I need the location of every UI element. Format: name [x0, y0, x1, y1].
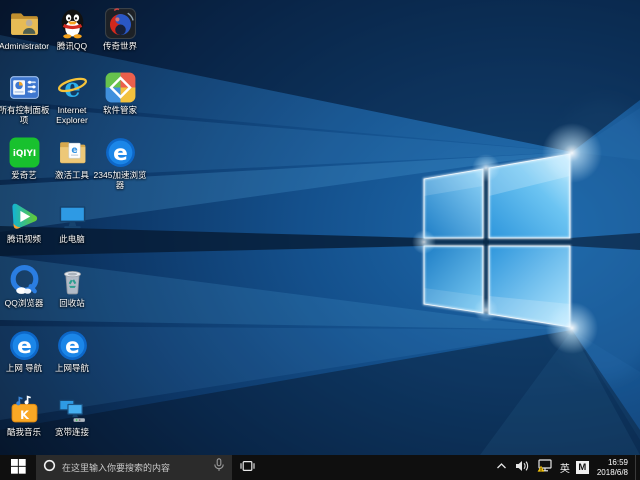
desktop-icon-grid: Administrator 所有控制面板项 iQIYI 爱奇艺腾讯视频 QQ浏览器 e 上网…	[0, 0, 640, 455]
search-input[interactable]: 在这里输入你要搜索的内容	[36, 455, 232, 480]
microphone-icon[interactable]	[213, 458, 225, 477]
network-button[interactable]	[533, 455, 556, 480]
ime-language-indicator[interactable]: 英	[556, 455, 574, 480]
desktop-icon-label: Administrator	[0, 41, 51, 51]
desktop-icon-label: 软件管家	[93, 105, 147, 115]
desktop-icon-label: 宽带连接	[45, 427, 99, 437]
tray-expand-button[interactable]	[492, 455, 511, 480]
chevron-up-icon	[496, 459, 507, 477]
desktop-icon-activation-tool[interactable]: e 激活工具	[48, 136, 96, 180]
volume-button[interactable]	[511, 455, 533, 480]
ime-badge[interactable]: M	[576, 461, 589, 474]
desktop-icon-broadband[interactable]: 宽带连接	[48, 393, 96, 437]
qq-browser-icon	[8, 264, 41, 297]
tencent-video-icon	[8, 200, 41, 233]
desktop-icon-chuanqi-shijie[interactable]: 传奇世界	[96, 7, 144, 51]
desktop-icon-label: 爱奇艺	[0, 170, 51, 180]
system-tray: 英 M 16:59 2018/6/8	[492, 455, 640, 480]
desktop-icon-label: 上网 导航	[0, 363, 51, 373]
desktop-icon-iqiyi[interactable]: iQIYI 爱奇艺	[0, 136, 48, 180]
browser-e-icon: e	[104, 136, 137, 169]
desktop-icon-label: 激活工具	[45, 170, 99, 180]
control-panel-icon	[8, 71, 41, 104]
software-manager-icon	[104, 71, 137, 104]
svg-text:iQIYI: iQIYI	[12, 149, 35, 159]
desktop-icon-kuwo-music[interactable]: K 酷我音乐	[0, 393, 48, 437]
svg-text:e: e	[113, 141, 128, 166]
clock-date: 2018/6/8	[597, 468, 628, 478]
desktop-icon-label: QQ浏览器	[0, 298, 51, 308]
desktop: Administrator 所有控制面板项 iQIYI 爱奇艺腾讯视频 QQ浏览器 e 上网…	[0, 0, 640, 455]
game-sphere-icon	[104, 7, 137, 40]
folder-doc-icon: e	[56, 136, 89, 169]
broadband-icon	[56, 393, 89, 426]
ie-icon: e	[56, 71, 89, 104]
user-folder-icon	[8, 7, 41, 40]
svg-text:e: e	[17, 334, 32, 359]
clock[interactable]: 16:59 2018/6/8	[591, 458, 635, 477]
desktop-icon-tencent-video[interactable]: 腾讯视频	[0, 200, 48, 244]
clock-time: 16:59	[597, 458, 628, 468]
desktop-icon-administrator[interactable]: Administrator	[0, 7, 48, 51]
qq-penguin-icon	[56, 7, 89, 40]
task-view-icon	[240, 459, 255, 476]
desktop-icon-label: 腾讯QQ	[45, 41, 99, 51]
kuwo-music-icon: K	[8, 393, 41, 426]
network-warning-icon	[537, 459, 552, 477]
desktop-icon-software-manager[interactable]: 软件管家	[96, 71, 144, 115]
svg-text:K: K	[20, 408, 30, 422]
browser-e-icon: e	[56, 329, 89, 362]
desktop-icon-label: 此电脑	[45, 234, 99, 244]
desktop-icon-label: 传奇世界	[93, 41, 147, 51]
desktop-icon-control-panel[interactable]: 所有控制面板项	[0, 71, 48, 125]
recycle-bin-icon	[56, 264, 89, 297]
desktop-icon-label: 上网导航	[45, 363, 99, 373]
desktop-icon-recycle-bin[interactable]: 回收站	[48, 264, 96, 308]
windows-logo-icon	[11, 459, 26, 477]
search-placeholder: 在这里输入你要搜索的内容	[62, 461, 207, 474]
desktop-icon-label: 所有控制面板项	[0, 105, 51, 125]
desktop-icon-label: 回收站	[45, 298, 99, 308]
show-desktop-button[interactable]	[635, 455, 640, 480]
svg-text:e: e	[71, 145, 77, 156]
desktop-icon-browser-2345[interactable]: e 2345加速浏览器	[96, 136, 144, 190]
taskbar: 在这里输入你要搜索的内容	[0, 455, 640, 480]
cortana-icon	[43, 459, 56, 477]
desktop-icon-label: Internet Explorer	[45, 105, 99, 125]
iqiyi-icon: iQIYI	[8, 136, 41, 169]
desktop-icon-internet-explorer[interactable]: eInternet Explorer	[48, 71, 96, 125]
desktop-icon-this-pc[interactable]: 此电脑	[48, 200, 96, 244]
desktop-icon-qq-browser[interactable]: QQ浏览器	[0, 264, 48, 308]
this-pc-icon	[56, 200, 89, 233]
desktop-icon-web-nav-2[interactable]: e 上网导航	[48, 329, 96, 373]
desktop-icon-tencent-qq[interactable]: 腾讯QQ	[48, 7, 96, 51]
speaker-icon	[515, 459, 529, 477]
task-view-button[interactable]	[232, 455, 262, 480]
desktop-icon-label: 酷我音乐	[0, 427, 51, 437]
desktop-icon-label: 2345加速浏览器	[93, 170, 147, 190]
desktop-icon-web-nav-1[interactable]: e 上网 导航	[0, 329, 48, 373]
start-button[interactable]	[0, 455, 36, 480]
browser-e-icon: e	[8, 329, 41, 362]
desktop-icon-label: 腾讯视频	[0, 234, 51, 244]
svg-text:e: e	[65, 334, 80, 359]
